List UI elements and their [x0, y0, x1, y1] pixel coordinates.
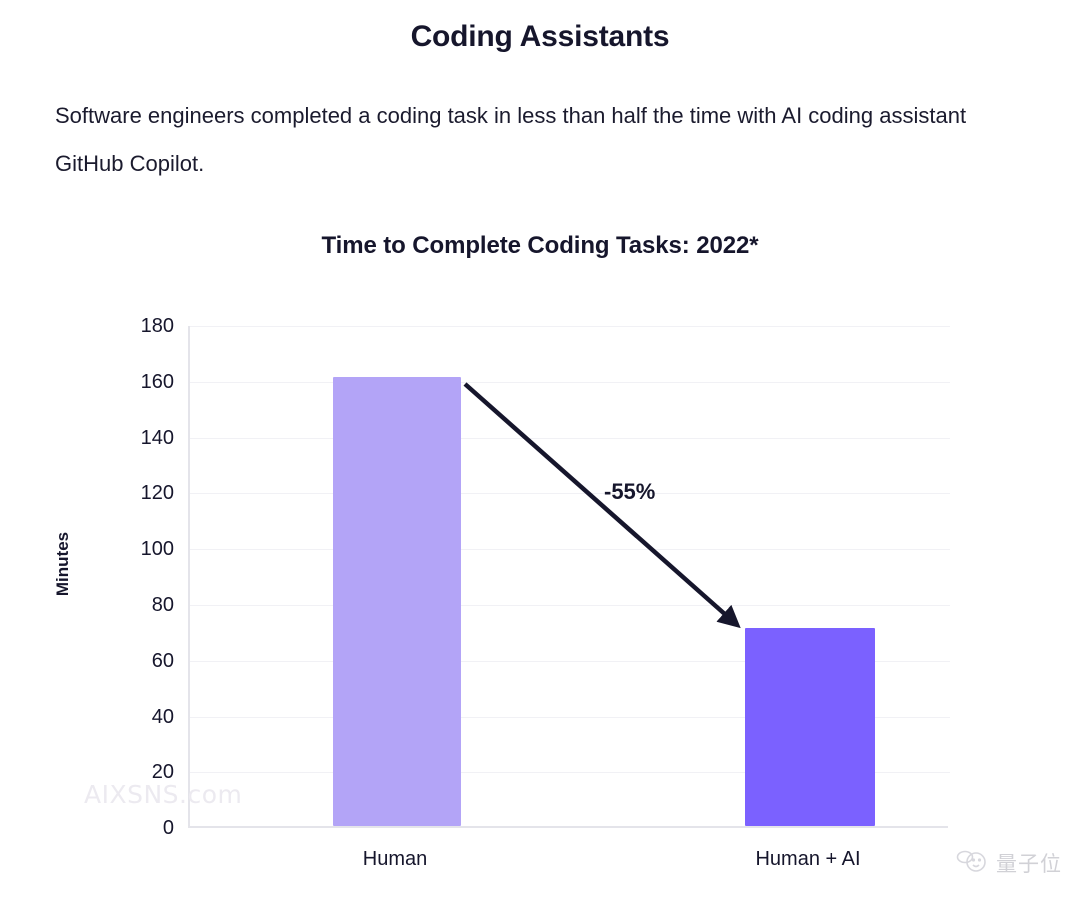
y-tick-160: 160: [140, 371, 174, 393]
y-tick-140: 140: [140, 427, 174, 449]
y-tick-0: 0: [162, 817, 174, 839]
brand-watermark-text: 量子位: [996, 852, 1062, 876]
y-tick-40: 40: [151, 706, 174, 728]
y-tick-80: 80: [151, 594, 174, 616]
site-watermark: AIXSNS.com: [84, 780, 243, 809]
y-tick-20: 20: [151, 761, 174, 783]
gridline-160: [190, 382, 950, 383]
bar-chart-figure: Time to Complete Coding Tasks: 2022* Min…: [0, 0, 1080, 915]
gridline-80: [190, 605, 950, 606]
bar-human-plus-ai[interactable]: [745, 628, 875, 826]
y-tick-180: 180: [140, 315, 174, 337]
bar-human[interactable]: [333, 377, 461, 826]
y-tick-60: 60: [151, 650, 174, 672]
gridline-180: [190, 326, 950, 327]
gridline-120: [190, 493, 950, 494]
x-tick-human: Human: [362, 848, 428, 870]
chart-title: Time to Complete Coding Tasks: 2022*: [321, 232, 759, 259]
qbitai-owl-icon: [956, 850, 986, 872]
x-tick-human-plus-ai: Human + AI: [755, 848, 861, 870]
y-tick-120: 120: [140, 482, 174, 504]
gridline-140: [190, 438, 950, 439]
gridline-100: [190, 549, 950, 550]
y-tick-100: 100: [140, 538, 174, 560]
annotation-percent-change: -55%: [604, 479, 656, 504]
y-axis-label: Minutes: [53, 531, 72, 597]
brand-watermark: 量子位: [955, 848, 1062, 878]
plot-area: [188, 326, 950, 828]
